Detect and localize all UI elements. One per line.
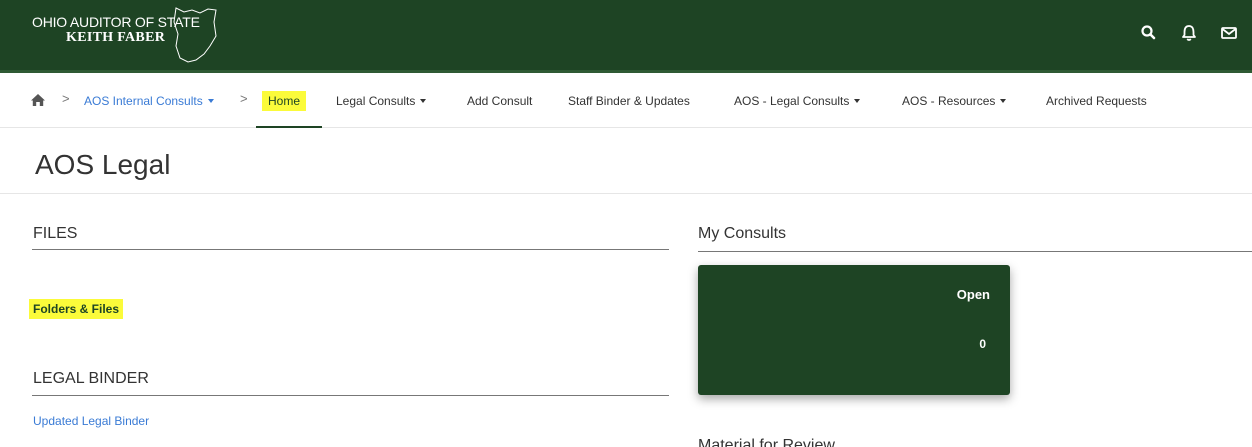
page-title: AOS Legal	[35, 149, 171, 180]
legal-binder-heading: LEGAL BINDER	[33, 370, 149, 387]
header-bar: OHIO AUDITOR OF STATE KEITH FABER	[0, 0, 1252, 70]
auditor-logo[interactable]: OHIO AUDITOR OF STATE KEITH FABER	[30, 6, 230, 64]
my-consults-divider	[698, 251, 1252, 252]
logo-line-1: OHIO AUDITOR OF STATE	[32, 14, 200, 30]
nav-aos-legal-consults[interactable]: AOS - Legal Consults	[734, 73, 861, 128]
nav-home-label: Home	[262, 90, 307, 111]
nav-archived-requests[interactable]: Archived Requests	[1046, 73, 1147, 128]
nav-home[interactable]: Home	[262, 73, 307, 128]
material-for-review-heading: Material for Review	[698, 437, 835, 447]
header-actions	[1140, 24, 1238, 42]
breadcrumb-separator: >	[62, 91, 70, 106]
bell-icon[interactable]	[1180, 24, 1198, 42]
title-divider	[0, 193, 1252, 194]
breadcrumb-separator: >	[240, 91, 248, 106]
chevron-down-icon	[207, 98, 214, 103]
nav-aos-legal-consults-label: AOS - Legal Consults	[734, 93, 850, 108]
breadcrumb-label: AOS Internal Consults	[84, 93, 203, 108]
files-heading: FILES	[33, 225, 78, 242]
breadcrumb-aos-internal-consults[interactable]: AOS Internal Consults	[84, 73, 214, 128]
open-consults-label: Open	[956, 287, 990, 302]
nav-archived-requests-label: Archived Requests	[1046, 93, 1147, 108]
nav-staff-binder-label: Staff Binder & Updates	[568, 93, 690, 108]
open-consults-card[interactable]: Open 0	[698, 265, 1010, 395]
nav-aos-resources[interactable]: AOS - Resources	[902, 73, 1007, 128]
nav-legal-consults[interactable]: Legal Consults	[336, 73, 427, 128]
nav-add-consult-label: Add Consult	[467, 93, 533, 108]
home-icon[interactable]	[30, 93, 46, 107]
nav-add-consult[interactable]: Add Consult	[467, 73, 532, 128]
updated-legal-binder-link[interactable]: Updated Legal Binder	[33, 414, 149, 428]
chevron-down-icon	[420, 98, 427, 103]
logo-line-2: KEITH FABER	[66, 30, 166, 45]
legal-binder-divider	[32, 395, 669, 396]
nav-aos-resources-label: AOS - Resources	[902, 93, 996, 108]
main-nav: > AOS Internal Consults > Home Legal Con…	[0, 73, 1252, 128]
chevron-down-icon	[854, 98, 861, 103]
chevron-down-icon	[1000, 98, 1007, 103]
search-icon[interactable]	[1140, 24, 1158, 42]
open-consults-count: 0	[979, 337, 986, 351]
nav-staff-binder[interactable]: Staff Binder & Updates	[568, 73, 690, 128]
my-consults-heading: My Consults	[698, 225, 787, 242]
files-divider	[32, 249, 669, 250]
nav-legal-consults-label: Legal Consults	[336, 93, 416, 108]
folders-files-link[interactable]: Folders & Files	[29, 299, 124, 319]
mail-icon[interactable]	[1220, 24, 1238, 42]
